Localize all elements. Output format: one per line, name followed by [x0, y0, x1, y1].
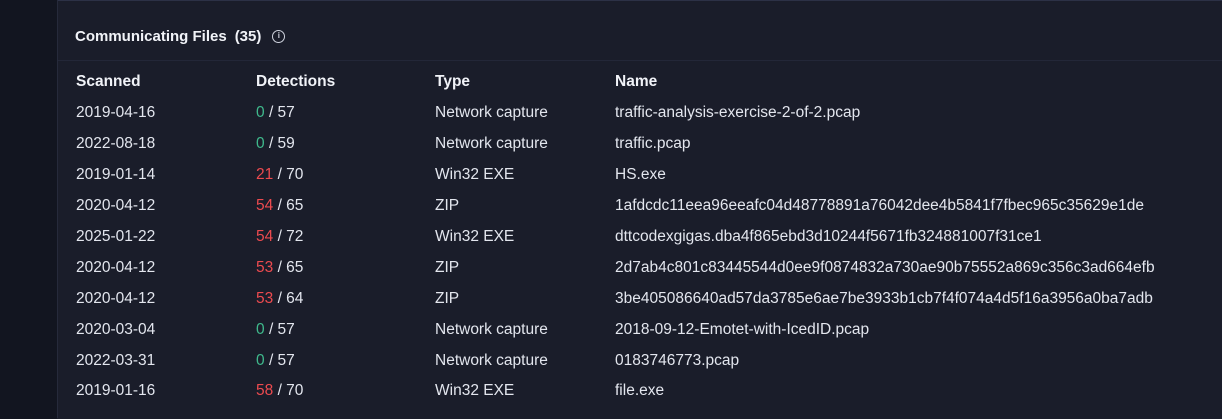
cell-scanned: 2020-03-04: [76, 320, 156, 338]
cell-type: Win32 EXE: [435, 166, 515, 184]
detection-total: / 70: [277, 166, 304, 184]
header-divider: [58, 60, 1222, 61]
detection-positives: 53: [256, 289, 274, 307]
info-icon[interactable]: i: [272, 29, 286, 43]
cell-type: ZIP: [435, 289, 460, 307]
column-header-scanned[interactable]: Scanned: [76, 66, 256, 98]
cell-name-link[interactable]: 2018-09-12-Emotet-with-IcedID.pcap: [615, 314, 1215, 345]
detection-total: / 64: [277, 289, 304, 307]
cell-scanned: 2019-01-14: [76, 166, 156, 184]
cell-name-link[interactable]: 3be405086640ad57da3785e6ae7be3933b1cb7f4…: [615, 283, 1215, 314]
column-header-detections[interactable]: Detections: [256, 66, 435, 98]
detection-total: / 65: [277, 258, 304, 276]
detection-positives: 54: [256, 197, 274, 215]
table-row[interactable]: 2022-08-18 0 / 59 Network capture traffic.p…: [76, 129, 1215, 160]
table-row[interactable]: 2020-04-12 53 / 65 ZIP 2d7ab4c801c83445544d…: [76, 252, 1215, 283]
detection-total: / 70: [277, 382, 304, 400]
detection-positives: 0: [256, 351, 265, 369]
detection-positives: 54: [256, 228, 274, 245]
cell-scanned: 2022-08-18: [76, 135, 156, 153]
column-header-type[interactable]: Type: [435, 66, 615, 98]
cell-detections: 53 / 64: [256, 283, 435, 314]
detection-positives: 0: [256, 104, 265, 122]
cell-detections: 0 / 57: [256, 314, 435, 345]
cell-type: Network capture: [435, 351, 548, 369]
table-row[interactable]: 2022-03-31 0 / 57 Network capture 018374677…: [76, 345, 1215, 376]
cell-detections: 58 / 70: [256, 376, 435, 407]
cell-type: ZIP: [435, 197, 460, 215]
cell-name-link[interactable]: traffic.pcap: [615, 129, 1215, 160]
cell-scanned: 2020-04-12: [76, 197, 156, 215]
detection-total: / 57: [268, 351, 295, 369]
cell-name-link[interactable]: 1afdcdc11eea96eeafc04d48778891a76042dee4…: [615, 191, 1215, 222]
section-count: (35): [234, 27, 262, 45]
cell-type: Network capture: [435, 320, 548, 338]
cell-detections: 54 / 65: [256, 191, 435, 222]
table-header-row: Scanned Detections Type Name: [76, 66, 1215, 98]
cell-type: Network capture: [435, 104, 548, 122]
table-row[interactable]: 2020-04-12 54 / 65 ZIP 1afdcdc11eea96eeafc0…: [76, 191, 1215, 222]
table-row[interactable]: 2019-04-16 0 / 57 Network capture traffic-a…: [76, 98, 1215, 129]
column-header-name[interactable]: Name: [615, 66, 1215, 98]
cell-type: Win32 EXE: [435, 228, 515, 245]
section-title: Communicating Files: [75, 27, 227, 45]
cell-name-link[interactable]: traffic-analysis-exercise-2-of-2.pcap: [615, 98, 1215, 129]
table-row[interactable]: 2019-01-16 58 / 70 Win32 EXE file.exe: [76, 376, 1215, 407]
cell-name-link[interactable]: HS.exe: [615, 160, 1215, 191]
cell-name-link[interactable]: 2d7ab4c801c83445544d0ee9f0874832a730ae90…: [615, 252, 1215, 283]
panel-left-border: [57, 0, 58, 418]
communicating-files-table: Scanned Detections Type Name 2019-04-16 0…: [76, 66, 1215, 407]
detection-total: / 72: [277, 228, 304, 245]
detection-positives: 58: [256, 382, 274, 400]
cell-name-link[interactable]: 0183746773.pcap: [615, 345, 1215, 376]
cell-scanned: 2025-01-22: [76, 228, 156, 245]
cell-detections: 0 / 57: [256, 98, 435, 129]
cell-detections: 0 / 59: [256, 129, 435, 160]
cell-detections: 54 / 72: [256, 222, 435, 253]
cell-name-link[interactable]: file.exe: [615, 376, 1215, 407]
cell-scanned: 2020-04-12: [76, 258, 156, 276]
detection-total: / 57: [268, 320, 295, 338]
detection-total: / 65: [277, 197, 304, 215]
cell-type: Win32 EXE: [435, 382, 515, 400]
cell-type: Network capture: [435, 135, 548, 153]
table-row[interactable]: 2019-01-14 21 / 70 Win32 EXE HS.exe: [76, 160, 1215, 191]
section-header: Communicating Files (35) i: [75, 24, 286, 48]
cell-scanned: 2020-04-12: [76, 289, 156, 307]
cell-detections: 53 / 65: [256, 252, 435, 283]
cell-scanned: 2019-01-16: [76, 382, 156, 400]
table-body: 2019-04-16 0 / 57 Network capture traffic-a…: [76, 98, 1215, 407]
cell-name-link[interactable]: dttcodexgigas.dba4f865ebd3d10244f5671fb3…: [615, 222, 1215, 253]
detection-positives: 53: [256, 258, 274, 276]
detection-total: / 57: [268, 104, 295, 122]
cell-scanned: 2019-04-16: [76, 104, 156, 122]
table-row[interactable]: 2020-04-12 53 / 64 ZIP 3be405086640ad57da37…: [76, 283, 1215, 314]
detection-total: / 59: [268, 135, 295, 153]
cell-detections: 21 / 70: [256, 160, 435, 191]
cell-detections: 0 / 57: [256, 345, 435, 376]
cell-type: ZIP: [435, 258, 460, 276]
detection-positives: 21: [256, 166, 274, 184]
cell-scanned: 2022-03-31: [76, 351, 156, 369]
detection-positives: 0: [256, 320, 265, 338]
table-row[interactable]: 2020-03-04 0 / 57 Network capture 2018-09-1…: [76, 314, 1215, 345]
detection-positives: 0: [256, 135, 265, 153]
table-row[interactable]: 2025-01-22 54 / 72 Win32 EXE dttcodexgigas.…: [76, 222, 1215, 253]
